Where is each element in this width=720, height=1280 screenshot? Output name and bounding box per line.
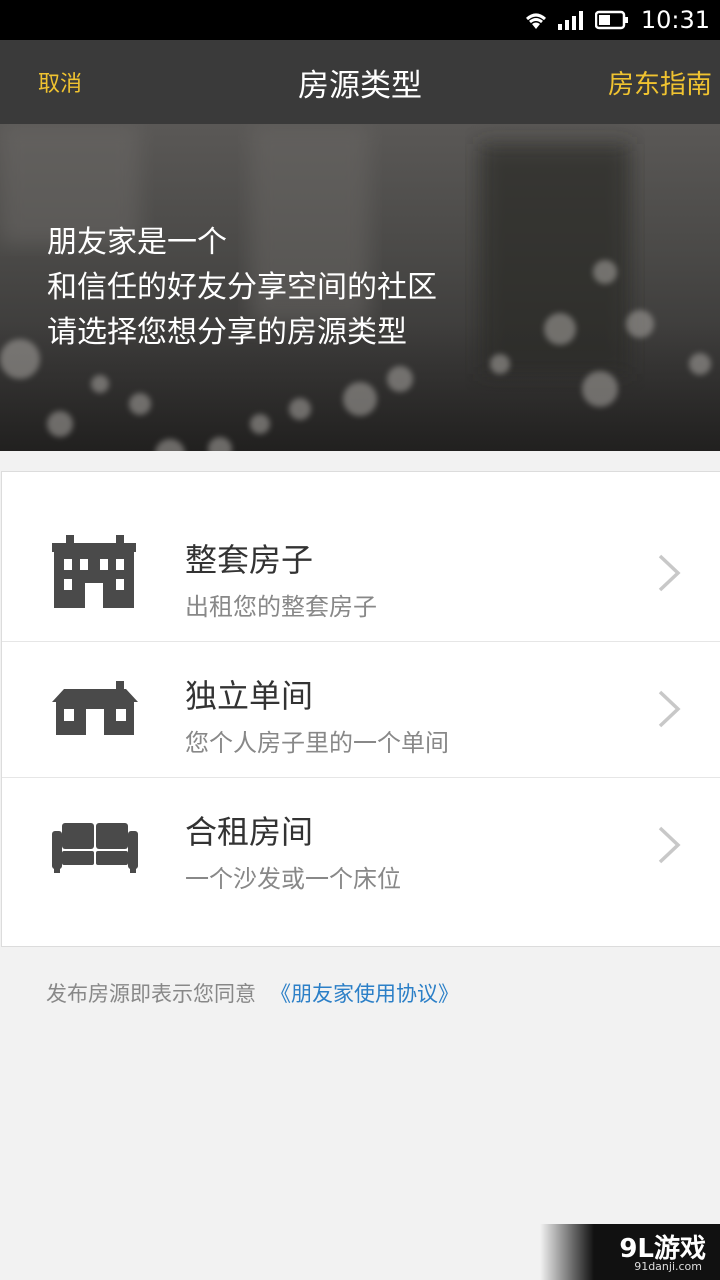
hero-line: 朋友家是一个 — [47, 225, 227, 260]
chevron-right-icon — [658, 826, 681, 864]
nav-bar: 取消 房源类型 房东指南 — [0, 40, 720, 124]
status-time: 10:31 — [640, 6, 710, 34]
listing-type-subtitle: 您个人房子里的一个单间 — [185, 729, 449, 757]
listing-type-subtitle: 一个沙发或一个床位 — [185, 865, 401, 893]
hero-banner: 朋友家是一个 和信任的好友分享空间的社区 请选择您想分享的房源类型 — [0, 124, 720, 451]
battery-icon — [594, 10, 628, 30]
status-bar: 10:31 — [0, 0, 720, 40]
hero-line: 请选择您想分享的房源类型 — [47, 315, 407, 350]
listing-type-title: 整套房子 — [185, 541, 314, 579]
agreement-notice: 发布房源即表示您同意 《朋友家使用协议》 — [46, 978, 459, 1008]
sofa-icon — [52, 823, 138, 873]
wifi-icon — [525, 13, 546, 29]
hero-line: 和信任的好友分享空间的社区 — [47, 270, 437, 305]
apartment-building-icon — [52, 535, 136, 608]
listing-type-title: 独立单间 — [185, 677, 314, 715]
chevron-right-icon — [658, 690, 681, 728]
agreement-text: 发布房源即表示您同意 — [46, 982, 256, 1006]
watermark-logo: 9L游戏 91danji.com — [540, 1224, 720, 1280]
listing-type-shared-room[interactable]: 合租房间 一个沙发或一个床位 — [2, 777, 720, 913]
chevron-right-icon — [658, 554, 681, 592]
listing-type-title: 合租房间 — [185, 813, 314, 851]
watermark-url: 91danji.com — [634, 1260, 702, 1273]
listing-type-entire-home[interactable]: 整套房子 出租您的整套房子 — [2, 505, 720, 641]
listing-type-subtitle: 出租您的整套房子 — [185, 593, 377, 621]
agreement-link[interactable]: 《朋友家使用协议》 — [270, 982, 459, 1006]
listing-type-private-room[interactable]: 独立单间 您个人房子里的一个单间 — [2, 641, 720, 777]
house-icon — [52, 681, 138, 735]
hero-text: 朋友家是一个 和信任的好友分享空间的社区 请选择您想分享的房源类型 — [47, 220, 437, 355]
signal-icon — [557, 11, 583, 30]
landlord-guide-button[interactable]: 房东指南 — [608, 40, 712, 124]
listing-type-list: 整套房子 出租您的整套房子 独立单间 您个人房子里的一个单间 合租房间 一个沙发… — [1, 471, 720, 947]
